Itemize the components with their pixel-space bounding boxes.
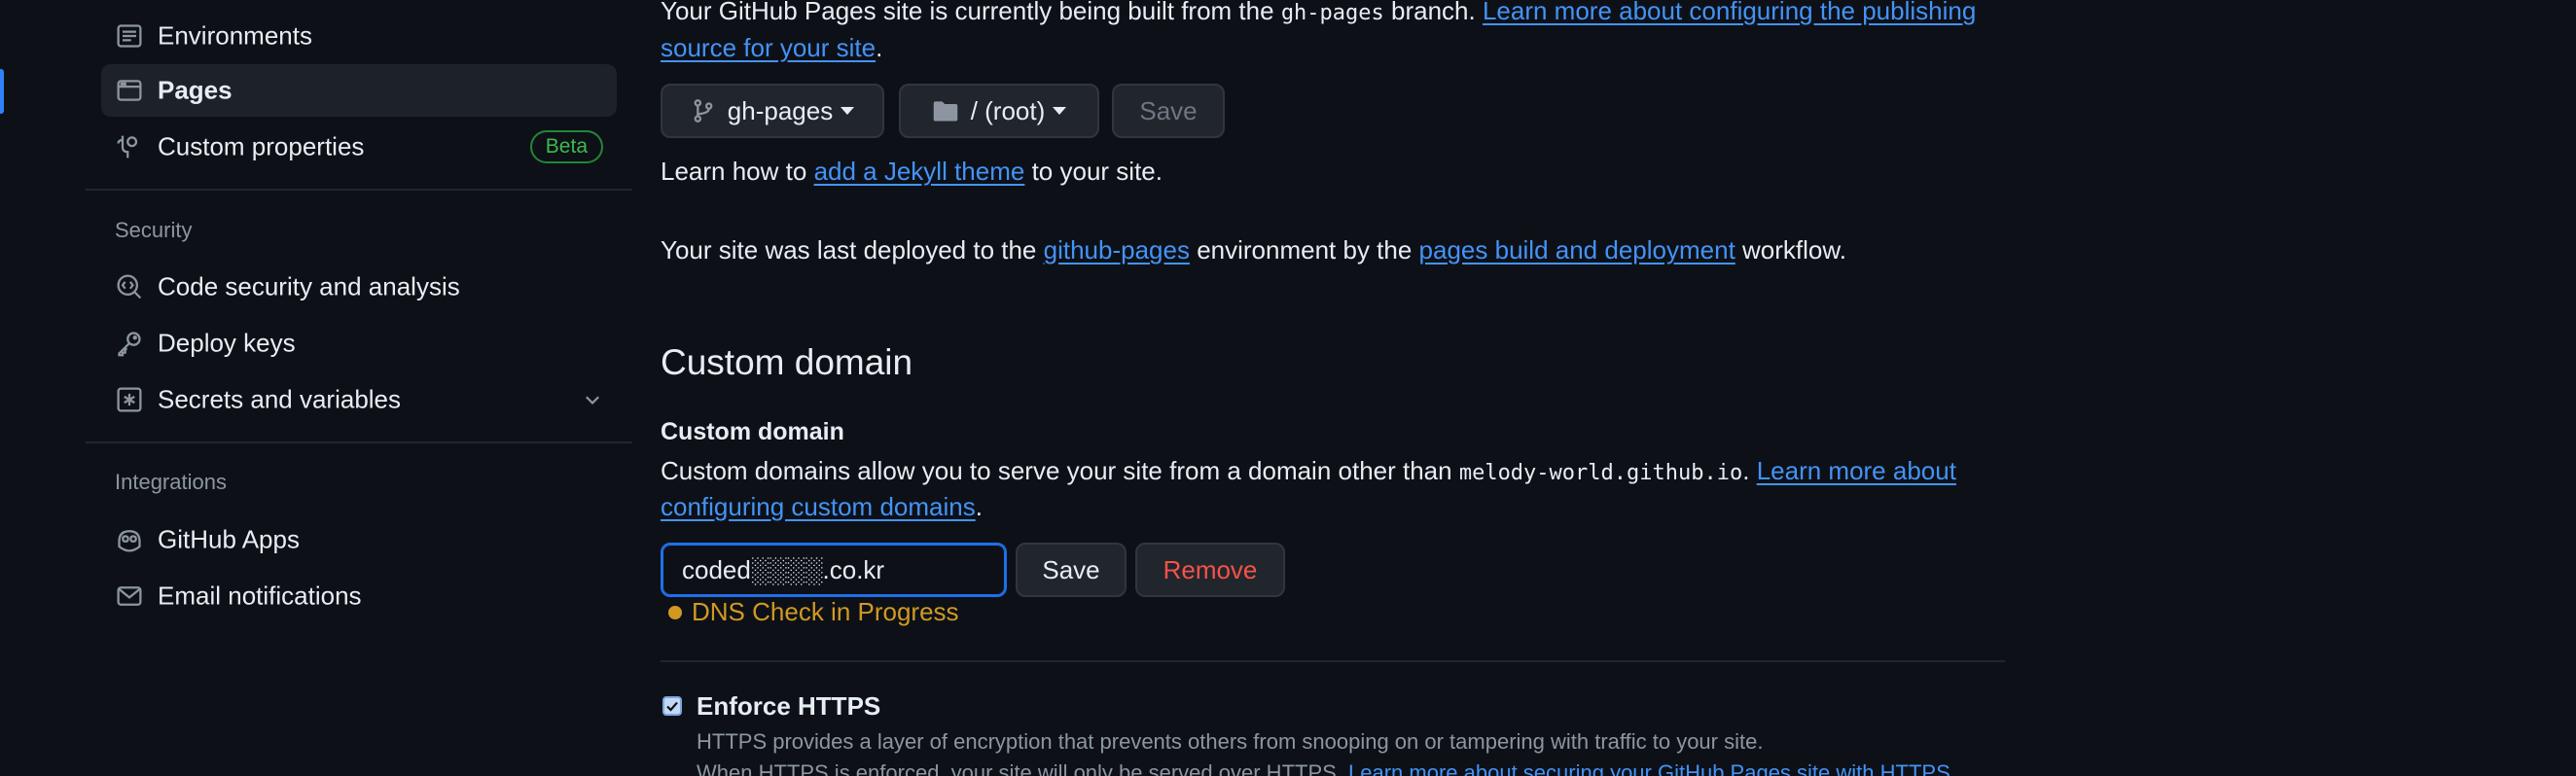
branch-code: gh-pages bbox=[1280, 1, 1384, 25]
branch-select-button[interactable]: gh-pages bbox=[661, 84, 884, 138]
sidebar-item-custom-properties[interactable]: Custom properties Beta bbox=[101, 121, 617, 173]
desc-text: . bbox=[1742, 456, 1757, 485]
section-title-integrations: Integrations bbox=[115, 470, 227, 494]
custom-domain-remove-button[interactable]: Remove bbox=[1135, 543, 1285, 597]
caret-down-icon bbox=[1053, 107, 1067, 115]
jekyll-theme-link[interactable]: add a Jekyll theme bbox=[814, 157, 1025, 186]
source-description: Your GitHub Pages site is currently bein… bbox=[661, 0, 1976, 32]
publishing-source-link-cont[interactable]: source for your site bbox=[661, 33, 876, 62]
sidebar-item-github-apps[interactable]: GitHub Apps bbox=[101, 513, 617, 566]
source-text: branch. bbox=[1383, 0, 1483, 25]
sidebar-item-secrets-and-variables[interactable]: Secrets and variables bbox=[101, 373, 617, 426]
deploy-text: environment by the bbox=[1189, 235, 1419, 265]
https-description-line2: When HTTPS is enforced, your site will o… bbox=[697, 760, 1950, 776]
publishing-source-link[interactable]: Learn more about configuring the publish… bbox=[1483, 0, 1976, 25]
enforce-https-checkbox[interactable] bbox=[662, 696, 682, 716]
section-divider bbox=[661, 660, 2005, 662]
deploy-text: workflow. bbox=[1735, 235, 1846, 265]
codescan-icon bbox=[115, 272, 144, 301]
sidebar-item-email-notifications[interactable]: Email notifications bbox=[101, 570, 617, 622]
pages-settings-main: Your GitHub Pages site is currently bein… bbox=[661, 0, 2005, 776]
custom-domain-docs-link-cont[interactable]: configuring custom domains bbox=[661, 492, 976, 521]
jekyll-text: to your site. bbox=[1024, 157, 1163, 186]
desc-text: . bbox=[975, 492, 983, 521]
custom-domain-description: Custom domains allow you to serve your s… bbox=[661, 452, 1956, 492]
dns-status-text: DNS Check in Progress bbox=[692, 597, 959, 626]
settings-page: Environments Pages Custom properties Bet… bbox=[0, 0, 2576, 776]
section-title-security: Security bbox=[115, 218, 193, 242]
status-dot-icon bbox=[668, 605, 682, 619]
custom-domain-save-button[interactable]: Save bbox=[1016, 543, 1127, 597]
github-pages-env-link[interactable]: github-pages bbox=[1044, 235, 1190, 265]
sidebar-item-code-security[interactable]: Code security and analysis bbox=[101, 261, 617, 313]
source-save-button[interactable]: Save bbox=[1112, 84, 1225, 138]
sidebar-divider bbox=[86, 441, 632, 443]
dns-check-status: DNS Check in Progress bbox=[668, 597, 959, 627]
chevron-down-icon[interactable] bbox=[582, 389, 603, 410]
branch-label: gh-pages bbox=[727, 95, 834, 125]
settings-sidebar: Environments Pages Custom properties Bet… bbox=[0, 0, 632, 776]
beta-badge: Beta bbox=[529, 130, 603, 163]
source-description-line2: source for your site. bbox=[661, 29, 882, 66]
git-branch-icon bbox=[691, 98, 716, 123]
custom-domain-label: Custom domain bbox=[661, 418, 844, 445]
active-indicator bbox=[0, 69, 4, 114]
sidebar-item-label: Deploy keys bbox=[158, 328, 296, 358]
sidebar-item-environments[interactable]: Environments bbox=[101, 10, 617, 62]
sidebar-item-label: Code security and analysis bbox=[158, 271, 460, 301]
jekyll-line: Learn how to add a Jekyll theme to your … bbox=[661, 153, 1163, 190]
sidebar-item-label: Environments bbox=[158, 20, 312, 51]
asterisk-icon bbox=[115, 385, 144, 414]
copilot-icon bbox=[115, 525, 144, 554]
sidebar-item-pages[interactable]: Pages bbox=[101, 64, 617, 117]
sidebar-item-deploy-keys[interactable]: Deploy keys bbox=[101, 317, 617, 370]
sidebar-item-label: Secrets and variables bbox=[158, 384, 402, 414]
custom-domain-input[interactable] bbox=[661, 543, 1007, 597]
browser-icon bbox=[115, 76, 144, 105]
sidebar-item-label: Pages bbox=[158, 75, 233, 105]
tag-icon bbox=[115, 132, 144, 161]
deploy-line: Your site was last deployed to the githu… bbox=[661, 231, 1846, 268]
default-domain-code: melody-world.github.io bbox=[1458, 461, 1743, 485]
pages-workflow-link[interactable]: pages build and deployment bbox=[1419, 235, 1735, 265]
caret-down-icon bbox=[841, 107, 855, 115]
desc-text: Custom domains allow you to serve your s… bbox=[661, 456, 1459, 485]
folder-label: / (root) bbox=[970, 95, 1046, 125]
https-docs-link[interactable]: Learn more about securing your GitHub Pa… bbox=[1348, 760, 1950, 776]
jekyll-text: Learn how to bbox=[661, 157, 814, 186]
https-description: HTTPS provides a layer of encryption tha… bbox=[697, 729, 1764, 754]
custom-domain-heading: Custom domain bbox=[661, 342, 913, 382]
custom-domain-docs-link[interactable]: Learn more about bbox=[1757, 456, 1956, 485]
mail-icon bbox=[115, 582, 144, 611]
sidebar-item-label: Email notifications bbox=[158, 581, 362, 611]
checkmark-icon bbox=[666, 701, 678, 712]
environments-icon bbox=[115, 21, 144, 51]
folder-select-button[interactable]: / (root) bbox=[899, 84, 1099, 138]
source-text: . bbox=[876, 33, 883, 62]
key-icon bbox=[115, 329, 144, 358]
sidebar-divider bbox=[86, 189, 632, 191]
sidebar-item-label: GitHub Apps bbox=[158, 524, 300, 554]
folder-icon bbox=[932, 98, 959, 123]
https-desc-text: When HTTPS is enforced, your site will o… bbox=[697, 760, 1349, 776]
custom-domain-description-line2: configuring custom domains. bbox=[661, 488, 983, 525]
enforce-https-label[interactable]: Enforce HTTPS bbox=[697, 691, 880, 722]
source-text: Your GitHub Pages site is currently bein… bbox=[661, 0, 1281, 25]
sidebar-item-label: Custom properties bbox=[158, 131, 365, 161]
deploy-text: Your site was last deployed to the bbox=[661, 235, 1044, 265]
